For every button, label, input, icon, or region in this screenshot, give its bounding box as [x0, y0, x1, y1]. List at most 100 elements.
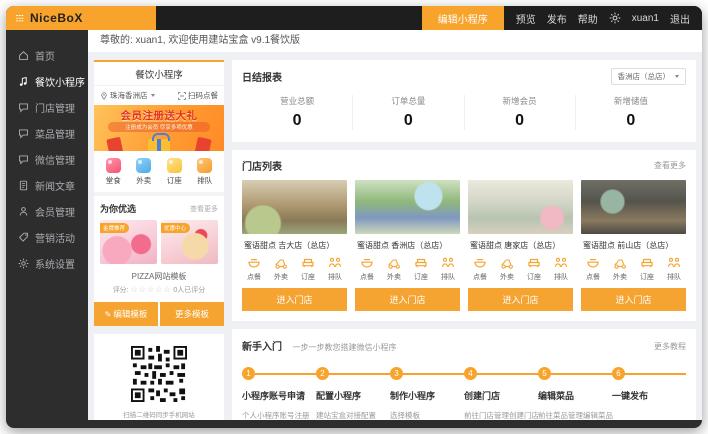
step-link[interactable]: 选择模板	[390, 409, 464, 420]
username-label[interactable]: xuan1	[632, 13, 659, 24]
step-title: 编辑菜品	[538, 389, 612, 402]
queue-action[interactable]: 排队	[667, 256, 681, 282]
report-title: 日结报表	[242, 69, 282, 84]
enter-store-button[interactable]: 进入门店	[468, 288, 573, 311]
sidebar-item-store-management[interactable]: 门店管理	[6, 94, 88, 120]
promo-banner[interactable]: 会员注册送大礼 注册成为会员 尽享多项优惠	[94, 105, 224, 151]
sidebar-item-restaurant-miniprogram[interactable]: 餐饮小程序	[6, 68, 88, 94]
step-link[interactable]: 前往菜品管理编辑菜品	[538, 409, 612, 420]
rating-count: 0人已评分	[173, 287, 205, 294]
step-title: 创建门店	[464, 389, 538, 402]
takeout-action[interactable]: 外卖	[500, 256, 514, 282]
sidebar-label: 营销活动	[35, 230, 75, 245]
step-number-badge: 1	[242, 367, 255, 380]
sidebar-item-news-articles[interactable]: 新闻文章	[6, 172, 88, 198]
action-label: 外卖	[613, 272, 627, 282]
reserve-action[interactable]: 订座	[414, 256, 428, 282]
tag-icon	[18, 232, 29, 243]
location-pin-icon	[100, 92, 108, 100]
step-number-badge: 4	[464, 367, 477, 380]
qr-code	[131, 346, 187, 402]
location-selector[interactable]: 珠海香洲店	[100, 90, 155, 101]
seat-icon	[640, 256, 654, 270]
sidebar-item-system-settings[interactable]: 系统设置	[6, 250, 88, 276]
quick-icon-dine-in[interactable]: 堂食	[106, 158, 121, 186]
apps-grid-icon[interactable]	[16, 15, 23, 22]
queue-action[interactable]: 排队	[554, 256, 568, 282]
quick-icon-label: 排队	[197, 175, 212, 186]
edit-template-button[interactable]: 编辑模板	[94, 302, 158, 326]
action-label: 外卖	[387, 272, 401, 282]
order-food-action[interactable]: 点餐	[247, 256, 261, 282]
action-label: 排队	[441, 272, 455, 282]
order-food-action[interactable]: 点餐	[473, 256, 487, 282]
sidebar-item-member-management[interactable]: 会员管理	[6, 198, 88, 224]
queue-icon	[554, 256, 568, 270]
stat-total-orders: 订单总量 0	[353, 95, 464, 130]
step-title: 小程序账号申请	[242, 389, 316, 402]
help-menu-item[interactable]: 帮助	[578, 11, 598, 26]
stat-label: 新增储值	[576, 95, 686, 107]
person-icon	[18, 206, 29, 217]
quick-icon-reserve[interactable]: 订座	[167, 158, 182, 186]
report-store-select[interactable]: 香洲店（总店）	[611, 68, 687, 85]
publish-menu-item[interactable]: 发布	[547, 11, 567, 26]
rating-label: 评分:	[113, 287, 129, 294]
step-link[interactable]: 建站宝盒对接配置	[316, 409, 390, 420]
guide-step-3: 3 制作小程序 选择模板 设计制作	[390, 367, 464, 420]
sidebar-item-marketing[interactable]: 营销活动	[6, 224, 88, 250]
reserve-action[interactable]: 订座	[640, 256, 654, 282]
stat-new-members: 新增会员 0	[465, 95, 576, 130]
sidebar-label: 门店管理	[35, 100, 75, 115]
takeout-action[interactable]: 外卖	[387, 256, 401, 282]
store-photo	[468, 180, 573, 234]
qr-caption: 扫描二维码同步手机网站	[123, 409, 195, 419]
welcome-bar: 尊敬的: xuan1, 欢迎使用建站宝盒 v9.1餐饮版	[88, 30, 702, 52]
recommend-more-link[interactable]: 查看更多	[190, 204, 218, 214]
quick-icon-takeout[interactable]: 外卖	[136, 158, 151, 186]
order-food-action[interactable]: 点餐	[586, 256, 600, 282]
store-list-more-link[interactable]: 查看更多	[654, 160, 686, 171]
preview-menu-item[interactable]: 预览	[516, 11, 536, 26]
store-photo	[581, 180, 686, 234]
sidebar-label: 会员管理	[35, 204, 75, 219]
settings-gear-icon[interactable]	[609, 12, 621, 24]
sidebar-item-home[interactable]: 首页	[6, 42, 88, 68]
scooter-icon	[613, 256, 627, 270]
enter-store-button[interactable]: 进入门店	[355, 288, 460, 311]
edit-miniprogram-button[interactable]: 编辑小程序	[422, 6, 504, 30]
guide-step-6: 6 一键发布	[612, 367, 686, 420]
step-link[interactable]: 个人小程序账号注册	[242, 409, 316, 420]
action-label: 排队	[554, 272, 568, 282]
queue-action[interactable]: 排队	[328, 256, 342, 282]
step-number-badge: 6	[612, 367, 625, 380]
more-tutorials-link[interactable]: 更多教程	[654, 341, 686, 352]
sidebar-item-dish-management[interactable]: 菜品管理	[6, 120, 88, 146]
step-link[interactable]: 前往门店管理创建门店	[464, 409, 538, 420]
enter-store-button[interactable]: 进入门店	[242, 288, 347, 311]
order-food-action[interactable]: 点餐	[360, 256, 374, 282]
red-envelope-icon	[106, 137, 123, 151]
reserve-action[interactable]: 订座	[301, 256, 315, 282]
more-templates-button[interactable]: 更多模板	[160, 302, 224, 326]
logo[interactable]: NiceBoX	[6, 6, 156, 30]
quick-icon-queue[interactable]: 排队	[197, 158, 212, 186]
logout-link[interactable]: 退出	[670, 11, 690, 26]
takeout-action[interactable]: 外卖	[274, 256, 288, 282]
queue-action[interactable]: 排队	[441, 256, 455, 282]
action-label: 订座	[301, 272, 315, 282]
qr-panel: 扫描二维码同步手机网站	[94, 334, 224, 420]
reserve-action[interactable]: 订座	[527, 256, 541, 282]
product-image-cupcake[interactable]: 金牌推荐	[100, 220, 157, 264]
takeout-action[interactable]: 外卖	[613, 256, 627, 282]
step-number-badge: 3	[390, 367, 403, 380]
product-image-cake[interactable]: 优惠中心	[161, 220, 218, 264]
sidebar-item-wechat-management[interactable]: 微信管理	[6, 146, 88, 172]
scan-order-button[interactable]: 扫码点餐	[178, 90, 218, 101]
enter-store-button[interactable]: 进入门店	[581, 288, 686, 311]
queue-icon	[667, 256, 681, 270]
stat-label: 订单总量	[353, 95, 463, 107]
quick-icon-label: 订座	[167, 175, 182, 186]
stat-value: 0	[576, 112, 686, 130]
dine-in-icon	[106, 158, 121, 173]
